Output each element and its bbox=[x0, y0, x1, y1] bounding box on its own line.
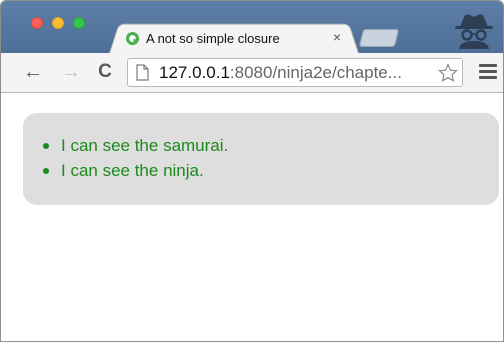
browser-toolbar: ← → C 127.0.0.1:8080/ninja2e/chapte... bbox=[1, 53, 503, 93]
result-text: I can see the ninja. bbox=[61, 161, 204, 180]
forward-button[interactable]: → bbox=[59, 59, 83, 85]
back-button[interactable]: ← bbox=[21, 59, 45, 85]
result-text: I can see the samurai. bbox=[61, 136, 229, 155]
incognito-icon bbox=[455, 14, 493, 49]
results-box: I can see the samurai. I can see the nin… bbox=[23, 113, 499, 205]
bullet-icon bbox=[43, 143, 49, 149]
tab-content: A not so simple closure bbox=[125, 27, 347, 49]
page-viewport: I can see the samurai. I can see the nin… bbox=[1, 94, 503, 341]
qunit-favicon-icon bbox=[125, 31, 140, 45]
list-item: I can see the samurai. bbox=[23, 133, 499, 158]
url-path: :8080/ninja2e/chapte... bbox=[229, 63, 402, 82]
tab-title: A not so simple closure bbox=[146, 30, 280, 46]
new-tab-button[interactable] bbox=[358, 29, 400, 47]
tab-close-button[interactable]: × bbox=[330, 27, 344, 47]
reload-button[interactable]: C bbox=[93, 59, 117, 85]
bullet-icon bbox=[43, 168, 49, 174]
window-maximize-button[interactable] bbox=[73, 17, 85, 29]
url-text[interactable]: 127.0.0.1:8080/ninja2e/chapte... bbox=[159, 62, 402, 84]
window-minimize-button[interactable] bbox=[52, 17, 64, 29]
url-host: 127.0.0.1 bbox=[159, 63, 230, 82]
address-bar[interactable]: 127.0.0.1:8080/ninja2e/chapte... bbox=[127, 58, 463, 87]
page-icon bbox=[136, 64, 149, 81]
browser-window: A not so simple closure × ← → C 127.0.0.… bbox=[0, 0, 504, 342]
tab-strip: A not so simple closure × bbox=[1, 1, 503, 53]
menu-icon[interactable] bbox=[479, 64, 497, 80]
bookmark-star-icon[interactable] bbox=[438, 63, 458, 83]
window-close-button[interactable] bbox=[31, 17, 43, 29]
list-item: I can see the ninja. bbox=[23, 158, 499, 183]
results-list: I can see the samurai. I can see the nin… bbox=[23, 133, 499, 183]
